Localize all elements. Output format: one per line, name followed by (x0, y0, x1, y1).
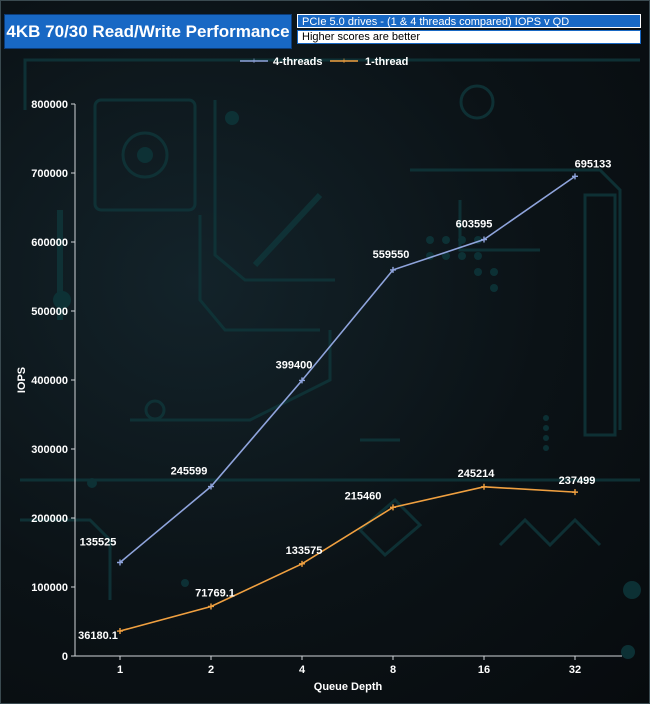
data-label-1-thread: 215460 (345, 490, 382, 502)
x-tick-label: 16 (478, 664, 490, 676)
x-tick-label: 4 (299, 664, 306, 676)
data-label-4-threads: 245599 (171, 466, 208, 478)
y-axis-ticks: 0 100000 200000 300000 400000 500000 600000 700… (31, 99, 75, 663)
x-axis-title: Queue Depth (314, 681, 383, 693)
data-point-1-thread (208, 603, 214, 610)
data-label-4-threads: 135525 (80, 536, 117, 548)
x-tick-label: 32 (569, 664, 581, 676)
x-tick-label: 8 (390, 664, 396, 676)
y-tick-label: 200000 (31, 513, 68, 525)
data-label-4-threads: 559550 (373, 249, 410, 261)
y-tick-label: 300000 (31, 444, 68, 456)
y-tick-label: 500000 (31, 306, 68, 318)
y-tick-label: 700000 (31, 168, 68, 180)
data-point-1-thread (572, 489, 578, 496)
x-axis-ticks: 1 2 4 8 16 32 (117, 656, 581, 676)
data-label-1-thread: 36180.1 (78, 630, 118, 642)
legend-marker-1-thread: + (341, 56, 346, 66)
data-label-4-threads: 399400 (276, 359, 313, 371)
axes (74, 104, 622, 657)
y-tick-label: 100000 (31, 582, 68, 594)
legend-label-1-thread: 1-thread (365, 56, 408, 68)
x-tick-label: 1 (117, 664, 123, 676)
data-label-1-thread: 237499 (559, 475, 596, 487)
data-point-1-thread (117, 628, 123, 635)
circuit-decoration (20, 58, 641, 659)
y-tick-label: 0 (62, 651, 68, 663)
data-label-4-threads: 695133 (575, 158, 612, 170)
data-label-1-thread: 133575 (286, 545, 323, 557)
data-point-1-thread (481, 483, 487, 490)
legend-label-4-threads: 4-threads (273, 56, 323, 68)
y-tick-label: 600000 (31, 237, 68, 249)
legend-marker-4-threads: + (251, 56, 256, 66)
y-tick-label: 400000 (31, 375, 68, 387)
legend: + 4-threads + 1-thread (240, 56, 408, 68)
y-axis-title: IOPS (16, 367, 28, 393)
x-tick-label: 2 (208, 664, 214, 676)
data-label-1-thread: 245214 (458, 468, 496, 480)
line-chart: 0 100000 200000 300000 400000 500000 600000 700… (16, 56, 641, 693)
data-label-1-thread: 71769.1 (195, 587, 235, 599)
data-label-4-threads: 603595 (456, 219, 493, 231)
series-line-4-threads (119, 175, 576, 564)
series-line-1-thread (119, 485, 576, 632)
y-tick-label: 800000 (31, 99, 68, 111)
